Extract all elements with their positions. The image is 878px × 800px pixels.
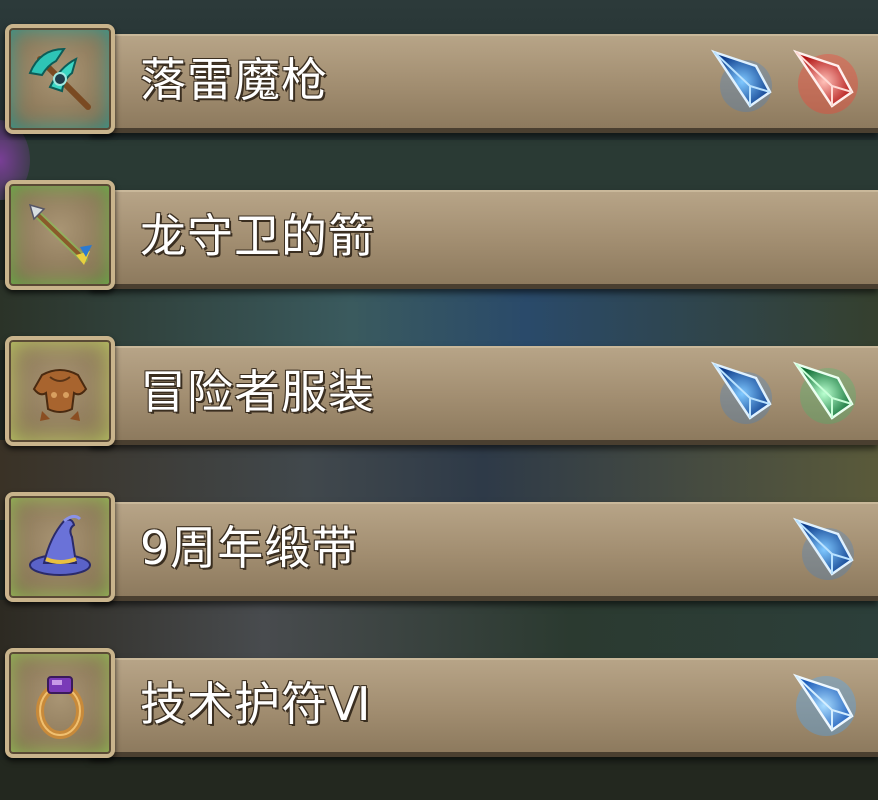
gem-slots: [706, 42, 860, 114]
gem-slots: [706, 354, 860, 426]
blue-gem-icon: [710, 49, 772, 112]
item-row-1[interactable]: 落雷魔枪: [0, 24, 878, 140]
blue-gem-icon: [792, 673, 856, 736]
arrow-icon[interactable]: [5, 180, 115, 290]
blue-gem-icon: [710, 361, 772, 424]
armor-icon[interactable]: [5, 336, 115, 446]
gem-slots: [788, 666, 860, 738]
wizard-hat-icon[interactable]: [5, 492, 115, 602]
item-name: 技术护符Ⅵ: [140, 677, 372, 731]
red-gem-icon: [792, 49, 858, 114]
blue-gem-icon: [792, 517, 854, 580]
item-row-2[interactable]: 龙守卫的箭: [0, 180, 878, 296]
battle-axe-icon[interactable]: [5, 24, 115, 134]
item-row-5[interactable]: 技术护符Ⅵ: [0, 648, 878, 764]
item-row-4[interactable]: 9周年缎带: [0, 492, 878, 608]
gem-slots: [788, 510, 860, 582]
item-name: 9周年缎带: [140, 521, 359, 575]
item-row-3[interactable]: 冒险者服装: [0, 336, 878, 452]
ring-icon[interactable]: [5, 648, 115, 758]
green-gem-icon: [792, 361, 856, 424]
item-name: 冒险者服装: [140, 365, 375, 419]
item-name: 龙守卫的箭: [140, 209, 375, 263]
item-name: 落雷魔枪: [140, 53, 328, 107]
